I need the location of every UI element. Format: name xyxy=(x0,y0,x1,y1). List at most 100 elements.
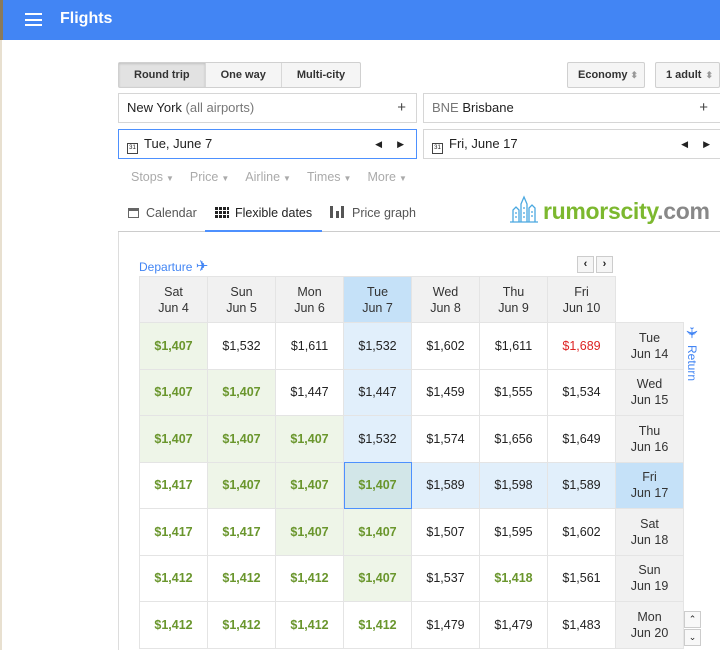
price-cell[interactable]: $1,649 xyxy=(547,415,616,463)
filter-label: Price xyxy=(189,170,219,184)
add-destination-icon[interactable]: + xyxy=(699,94,708,122)
next-date-icon[interactable]: ▶ xyxy=(397,130,404,158)
price-cell[interactable]: $1,412 xyxy=(139,554,208,602)
departure-date-header[interactable]: Fri Jun 10 xyxy=(547,276,616,323)
return-date-header[interactable]: Tue Jun 14 xyxy=(615,322,684,370)
price-cell[interactable]: $1,412 xyxy=(343,601,412,649)
price-cell[interactable]: $1,407 xyxy=(207,461,276,509)
price-cell[interactable]: $1,602 xyxy=(411,322,480,370)
price-cell[interactable]: $1,417 xyxy=(139,508,208,556)
price-cell[interactable]: $1,407 xyxy=(139,368,208,416)
cabin-select[interactable]: Economy ⬍ xyxy=(567,62,645,88)
price-cell[interactable]: $1,407 xyxy=(275,415,344,463)
table-row: $1,412 $1,412 $1,412 $1,412 $1,479 $1,479 $1,4… xyxy=(139,601,684,649)
price-cell[interactable]: $1,459 xyxy=(411,368,480,416)
return-date-header[interactable]: Sun Jun 19 xyxy=(615,554,684,602)
price-cell[interactable]: $1,555 xyxy=(479,368,548,416)
filter-more[interactable]: More ▼ xyxy=(367,170,406,184)
prev-date-icon[interactable]: ◀ xyxy=(681,130,688,158)
price-cell[interactable]: $1,611 xyxy=(275,322,344,370)
depart-date-field[interactable]: 31 Tue, June 7 ◀ ▶ xyxy=(118,129,417,159)
price-cell[interactable]: $1,532 xyxy=(343,415,412,463)
price-cell[interactable]: $1,589 xyxy=(411,461,480,509)
trip-type-round-trip[interactable]: Round trip xyxy=(119,63,206,87)
departure-date-header[interactable]: Wed Jun 8 xyxy=(411,276,480,323)
departure-date-header[interactable]: Sun Jun 5 xyxy=(207,276,276,323)
trip-type-multi-city[interactable]: Multi-city xyxy=(282,63,360,87)
price-cell[interactable]: $1,595 xyxy=(479,508,548,556)
price-cell[interactable]: $1,412 xyxy=(207,601,276,649)
return-date-header[interactable]: Sat Jun 18 xyxy=(615,508,684,556)
price-cell[interactable]: $1,407 xyxy=(275,461,344,509)
price-cell[interactable]: $1,447 xyxy=(343,368,412,416)
scroll-up-button[interactable]: ⌃ xyxy=(684,611,701,628)
price-cell[interactable]: $1,407 xyxy=(343,461,412,509)
filter-stops[interactable]: Stops ▼ xyxy=(131,170,174,184)
price-cell[interactable]: $1,417 xyxy=(207,508,276,556)
price-cell[interactable]: $1,407 xyxy=(139,415,208,463)
filter-airline[interactable]: Airline ▼ xyxy=(245,170,291,184)
passengers-select[interactable]: 1 adult ⬍ xyxy=(655,62,720,88)
price-cell[interactable]: $1,407 xyxy=(207,368,276,416)
tab-calendar[interactable]: Calendar xyxy=(128,200,197,232)
price-cell[interactable]: $1,598 xyxy=(479,461,548,509)
filter-price[interactable]: Price ▼ xyxy=(190,170,229,184)
table-row: $1,412 $1,412 $1,412 $1,407 $1,537 $1,418 $1,5… xyxy=(139,554,684,602)
price-cell[interactable]: $1,656 xyxy=(479,415,548,463)
price-cell[interactable]: $1,418 xyxy=(479,554,548,602)
tab-flexible-dates[interactable]: Flexible dates xyxy=(205,200,323,232)
price-cell[interactable]: $1,534 xyxy=(547,368,616,416)
next-week-button[interactable]: › xyxy=(596,256,613,273)
price-cell[interactable]: $1,412 xyxy=(207,554,276,602)
price-cell[interactable]: $1,447 xyxy=(275,368,344,416)
return-date-header[interactable]: Thu Jun 16 xyxy=(615,415,684,463)
next-date-icon[interactable]: ▶ xyxy=(703,130,710,158)
price-cell[interactable]: $1,689 xyxy=(547,322,616,370)
tab-price-graph[interactable]: Price graph xyxy=(330,200,416,232)
departure-date-header[interactable]: Mon Jun 6 xyxy=(275,276,344,323)
price-cell[interactable]: $1,407 xyxy=(343,508,412,556)
price-cell[interactable]: $1,532 xyxy=(343,322,412,370)
price-cell[interactable]: $1,412 xyxy=(139,601,208,649)
price-cell[interactable]: $1,412 xyxy=(275,601,344,649)
departure-date-header[interactable]: Tue Jun 7 xyxy=(343,276,412,323)
return-date-header[interactable]: Wed Jun 15 xyxy=(615,368,684,416)
price-cell[interactable]: $1,407 xyxy=(139,322,208,370)
price-cell[interactable]: $1,561 xyxy=(547,554,616,602)
price-cell[interactable]: $1,417 xyxy=(139,461,208,509)
price-cell[interactable]: $1,589 xyxy=(547,461,616,509)
prev-week-button[interactable]: ‹ xyxy=(577,256,594,273)
price-cell[interactable]: $1,407 xyxy=(207,415,276,463)
destination-city: Brisbane xyxy=(462,100,514,115)
price-cell[interactable]: $1,479 xyxy=(479,601,548,649)
price-cell[interactable]: $1,532 xyxy=(207,322,276,370)
price-cell[interactable]: $1,483 xyxy=(547,601,616,649)
price-cell[interactable]: $1,611 xyxy=(479,322,548,370)
scroll-down-button[interactable]: ⌄ xyxy=(684,629,701,646)
prev-date-icon[interactable]: ◀ xyxy=(375,130,382,158)
price-cell[interactable]: $1,407 xyxy=(343,554,412,602)
cabin-value: Economy xyxy=(578,69,628,81)
price-cell[interactable]: $1,412 xyxy=(275,554,344,602)
table-row: $1,417 $1,417 $1,407 $1,407 $1,507 $1,595 $1,6… xyxy=(139,508,684,556)
filter-times[interactable]: Times ▼ xyxy=(307,170,352,184)
price-cell[interactable]: $1,537 xyxy=(411,554,480,602)
return-date-header[interactable]: Mon Jun 20 xyxy=(615,601,684,649)
departure-date-header[interactable]: Thu Jun 9 xyxy=(479,276,548,323)
origin-field[interactable]: New York (all airports) + xyxy=(118,93,417,123)
price-cell[interactable]: $1,479 xyxy=(411,601,480,649)
add-origin-icon[interactable]: + xyxy=(397,94,406,122)
departure-date-header[interactable]: Sat Jun 4 xyxy=(139,276,208,323)
trip-type-one-way[interactable]: One way xyxy=(206,63,282,87)
price-cell[interactable]: $1,507 xyxy=(411,508,480,556)
return-date-field[interactable]: 31 Fri, June 17 ◀ ▶ xyxy=(423,129,720,159)
price-cell[interactable]: $1,574 xyxy=(411,415,480,463)
return-date-header[interactable]: Fri Jun 17 xyxy=(615,461,684,509)
menu-icon[interactable] xyxy=(25,13,42,26)
destination-field[interactable]: BNE Brisbane + xyxy=(423,93,720,123)
date: Jun 18 xyxy=(630,532,669,547)
price-cell[interactable]: $1,407 xyxy=(275,508,344,556)
price-cell[interactable]: $1,602 xyxy=(547,508,616,556)
date: Jun 17 xyxy=(630,486,669,501)
app-title: Flights xyxy=(60,10,113,27)
